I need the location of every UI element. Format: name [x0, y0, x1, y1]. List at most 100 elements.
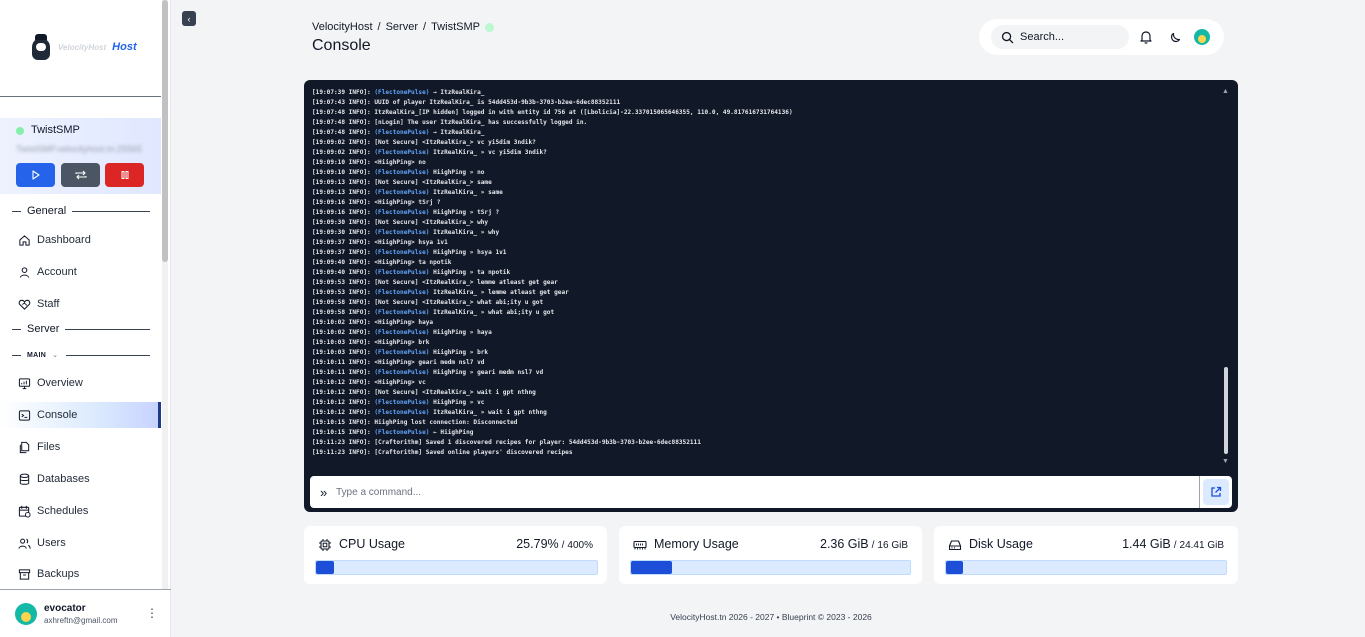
sidebar-item-dashboard[interactable]: Dashboard [0, 227, 161, 253]
bell-icon[interactable] [1138, 29, 1154, 45]
console-line-message: [Not Secure] <ItzRealKira_> wait i gpt n… [374, 389, 536, 396]
console-line-timestamp: [19:07:43 INFO]: [312, 99, 375, 106]
sidebar-item-overview[interactable]: Overview [0, 370, 161, 396]
sidebar-item-backups[interactable]: Backups [0, 562, 161, 581]
breadcrumb-server[interactable]: Server [386, 21, 418, 33]
section-general-label: General [27, 205, 67, 217]
console-line: [19:10:02 INFO]: <HiighPing> haya [312, 318, 1212, 328]
disk-usage-bar-fill [946, 561, 963, 574]
console-scrollbar-thumb[interactable] [1224, 367, 1228, 454]
console-scroll-down-icon[interactable]: ▼ [1222, 458, 1229, 465]
console-line-message: ItzRealKira_ » vc yi5dim 3ndik? [429, 149, 547, 156]
restart-button[interactable] [61, 163, 100, 187]
disk-current: 1.44 GiB [1122, 537, 1171, 551]
top-actions-bar [979, 19, 1224, 55]
memory-usage-bar-fill [631, 561, 673, 574]
console-line-message: ItzRealKira_ » wait i gpt nthng [429, 409, 547, 416]
sidebar-item-users[interactable]: Users [0, 530, 161, 556]
disk-usage-label: Disk Usage [969, 537, 1033, 551]
brand-logo[interactable]: VelocityHost Host [30, 30, 137, 64]
cpu-usage-bar-fill [316, 561, 335, 574]
handshake-heart-icon [18, 299, 31, 310]
start-button[interactable] [16, 163, 55, 187]
console-line-message: <HiighPing> brk [374, 339, 430, 346]
console-line-plugin-tag: (FlectonePulse) [374, 429, 430, 436]
archive-icon [18, 569, 31, 580]
breadcrumb-server-name[interactable]: TwistSMP [431, 21, 480, 33]
console-line-timestamp: [19:10:15 INFO]: [312, 429, 375, 436]
more-vertical-icon[interactable]: ⋮ [146, 606, 158, 620]
console-line-timestamp: [19:09:40 INFO]: [312, 269, 375, 276]
avatar[interactable] [15, 603, 37, 625]
command-input[interactable] [336, 483, 1196, 501]
sidebar-item-files[interactable]: Files [0, 434, 161, 460]
console-line-message: ItzRealKira_ » what abi;ity u got [429, 309, 555, 316]
moon-icon[interactable] [1168, 29, 1184, 45]
sidebar-item-schedules[interactable]: Schedules [0, 498, 161, 524]
section-general: General [12, 205, 150, 217]
sidebar-item-console[interactable]: Console [0, 402, 161, 428]
search-input[interactable] [1020, 31, 1120, 43]
stop-button[interactable] [105, 163, 144, 187]
memory-separator: / [871, 540, 875, 551]
console-line: [19:10:12 INFO]: (FlectonePulse) ItzReal… [312, 408, 1212, 418]
sidebar-item-files-label: Files [37, 441, 61, 453]
sidebar-item-databases[interactable]: Databases [0, 466, 161, 492]
console-line-timestamp: [19:11:23 INFO]: [312, 449, 375, 456]
section-main[interactable]: MAIN ⌄ [12, 351, 150, 359]
console-line-message: → ItzRealKira_ [429, 129, 485, 136]
console-line-plugin-tag: (FlectonePulse) [374, 329, 430, 336]
console-line-message: [Not Secure] <ItzRealKira_> lemme atleas… [374, 279, 558, 286]
console-line-message: [nLogin] The user ItzRealKira_ has succe… [374, 119, 588, 126]
console-output[interactable]: [19:07:39 INFO]: (FlectonePulse) → ItzRe… [312, 88, 1212, 460]
console-line: [19:10:11 INFO]: (FlectonePulse) HiighPi… [312, 368, 1212, 378]
sidebar-item-overview-label: Overview [37, 377, 83, 389]
console-line-timestamp: [19:09:10 INFO]: [312, 169, 375, 176]
sidebar-item-account[interactable]: Account [0, 259, 161, 285]
console-line: [19:09:02 INFO]: [Not Secure] <ItzRealKi… [312, 138, 1212, 148]
memory-usage-label: Memory Usage [654, 537, 739, 551]
sidebar-scrollbar[interactable] [162, 0, 168, 590]
command-divider [1199, 476, 1200, 508]
breadcrumb-host[interactable]: VelocityHost [312, 21, 373, 33]
console-line-timestamp: [19:09:02 INFO]: [312, 139, 375, 146]
cpu-separator: / [561, 540, 565, 551]
console-line-timestamp: [19:10:12 INFO]: [312, 399, 375, 406]
console-line-timestamp: [19:09:10 INFO]: [312, 159, 375, 166]
sidebar-item-users-label: Users [37, 537, 66, 549]
console-line-timestamp: [19:09:02 INFO]: [312, 149, 375, 156]
sidebar-divider [0, 96, 161, 97]
chevrons-right-icon: » [320, 485, 328, 500]
hard-drive-icon [948, 540, 962, 551]
console-line-message: <HiighPing> haya [374, 319, 434, 326]
disk-usage-bar [945, 560, 1227, 575]
console-line-plugin-tag: (FlectonePulse) [374, 409, 430, 416]
external-link-icon [1211, 486, 1222, 497]
search-box[interactable] [991, 25, 1129, 49]
sidebar-item-staff[interactable]: Staff [0, 291, 161, 317]
console-line-message: UUID of player ItzRealKira_ is 54dd453d-… [374, 99, 621, 106]
collapse-sidebar-button[interactable]: ‹ [182, 11, 196, 26]
console-line-message: HiighPing » tSrj ? [429, 209, 500, 216]
console-line-message: HiighPing » ta npotik [429, 269, 511, 276]
console-line-timestamp: [19:10:11 INFO]: [312, 369, 375, 376]
console-line-plugin-tag: (FlectonePulse) [374, 229, 430, 236]
console-line-message: <HiighPing> ta npotik [374, 259, 452, 266]
console-line: [19:09:53 INFO]: [Not Secure] <ItzRealKi… [312, 278, 1212, 288]
console-line: [19:09:58 INFO]: (FlectonePulse) ItzReal… [312, 308, 1212, 318]
console-line-timestamp: [19:09:13 INFO]: [312, 179, 375, 186]
popout-button[interactable] [1203, 479, 1229, 505]
memory-usage-value: 2.36 GiB/16 GiB [820, 537, 908, 551]
memory-icon [633, 540, 647, 550]
sidebar-scrollbar-thumb[interactable] [162, 0, 168, 262]
console-line-message: ← HiighPing [429, 429, 474, 436]
avatar[interactable] [1194, 29, 1210, 45]
memory-usage-bar [630, 560, 911, 575]
console-line-message: [Not Secure] <ItzRealKira_> what abi;ity… [374, 299, 544, 306]
console-line: [19:10:12 INFO]: [Not Secure] <ItzRealKi… [312, 388, 1212, 398]
user-email: axhreftn@gmail.com [44, 616, 118, 625]
console-line: [19:09:37 INFO]: (FlectonePulse) HiighPi… [312, 248, 1212, 258]
command-bar: » [310, 476, 1232, 508]
server-status-dot [484, 22, 494, 32]
console-scroll-up-icon[interactable]: ▲ [1222, 88, 1229, 95]
